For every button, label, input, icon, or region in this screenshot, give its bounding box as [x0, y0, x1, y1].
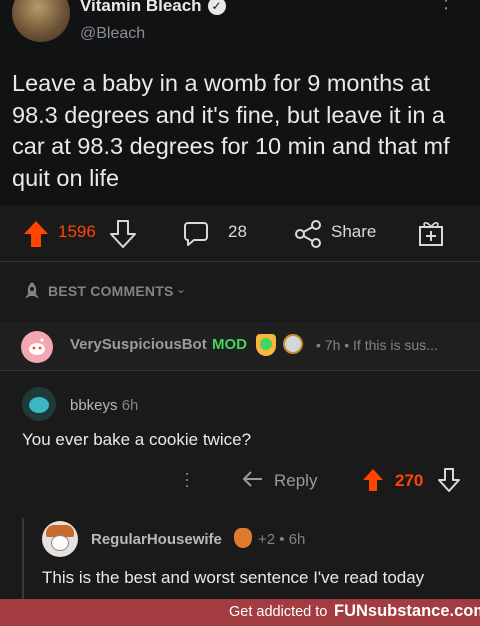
more-options-icon[interactable]: ···: [438, 0, 454, 18]
tweet-author-name[interactable]: Vitamin Bleach ✓: [80, 0, 226, 16]
watermark-footer: Get addicted to FUNsubstance.com: [0, 599, 480, 626]
bot-author-name[interactable]: VerySuspiciousBot: [70, 336, 207, 353]
comment-time: 6h: [121, 397, 139, 414]
bot-avatar[interactable]: [21, 331, 53, 363]
downvote-arrow-icon[interactable]: [438, 468, 460, 492]
screenshot-page: Vitamin Bleach✓ @Bleach ··· Leave a baby…: [0, 0, 480, 626]
comment-vote-count: 270: [395, 471, 424, 490]
verified-icon: ✓: [207, 0, 226, 15]
tweet-avatar[interactable]: [12, 0, 70, 42]
divider: [0, 370, 480, 371]
upvote-arrow-icon[interactable]: [362, 468, 384, 492]
tweet-text: Leave a baby in a womb for 9 months at 9…: [12, 70, 450, 191]
comment-sort-bar[interactable]: BEST COMMENTS ⌄: [0, 262, 480, 322]
reply-author[interactable]: RegularHousewife: [91, 531, 222, 548]
flame-award-icon: [234, 528, 252, 548]
shield-award-icon: [256, 334, 276, 356]
chevron-down-icon: ⌄: [176, 282, 187, 296]
downvote-arrow-icon[interactable]: [110, 220, 136, 248]
mod-badge: MOD: [212, 336, 247, 353]
tweet-handle[interactable]: @Bleach: [80, 25, 145, 43]
more-options-icon[interactable]: ···: [184, 464, 190, 494]
share-label[interactable]: Share: [331, 222, 376, 242]
upvote-count: 1596: [58, 222, 96, 241]
snoo-icon: [29, 338, 45, 355]
reply-avatar[interactable]: [42, 521, 78, 557]
share-icon[interactable]: [294, 220, 322, 248]
reply-arrow-icon[interactable]: [242, 470, 264, 488]
rocket-icon: [25, 282, 39, 298]
tweet-card: Vitamin Bleach✓ @Bleach ··· Leave a baby…: [0, 0, 480, 205]
comment-text: You ever bake a cookie twice?: [22, 430, 252, 449]
award-gift-icon[interactable]: [418, 219, 444, 247]
comment-avatar[interactable]: [22, 387, 56, 421]
upvote-arrow-icon[interactable]: [23, 220, 49, 248]
thread-line[interactable]: [22, 518, 24, 600]
footer-text: Get addicted to: [229, 604, 328, 620]
pinned-mod-comment[interactable]: VerySuspiciousBot MOD • 7h • If this is …: [0, 322, 480, 370]
reply-text: This is the best and worst sentence I've…: [42, 568, 425, 587]
comment-author[interactable]: bbkeys 6h: [70, 397, 138, 414]
reply-meta: +2 • 6h: [258, 531, 306, 548]
robot-award-icon: [283, 334, 303, 354]
comment-count: 28: [228, 222, 247, 241]
comment-bubble-icon[interactable]: [183, 221, 209, 247]
post-action-bar: 1596 28 Share: [0, 205, 480, 262]
footer-brand: FUNsubstance.com: [334, 602, 480, 620]
reply-button[interactable]: Reply: [274, 471, 317, 491]
bot-comment-meta: • 7h • If this is sus...: [316, 337, 438, 353]
sort-label: BEST COMMENTS: [48, 283, 174, 299]
